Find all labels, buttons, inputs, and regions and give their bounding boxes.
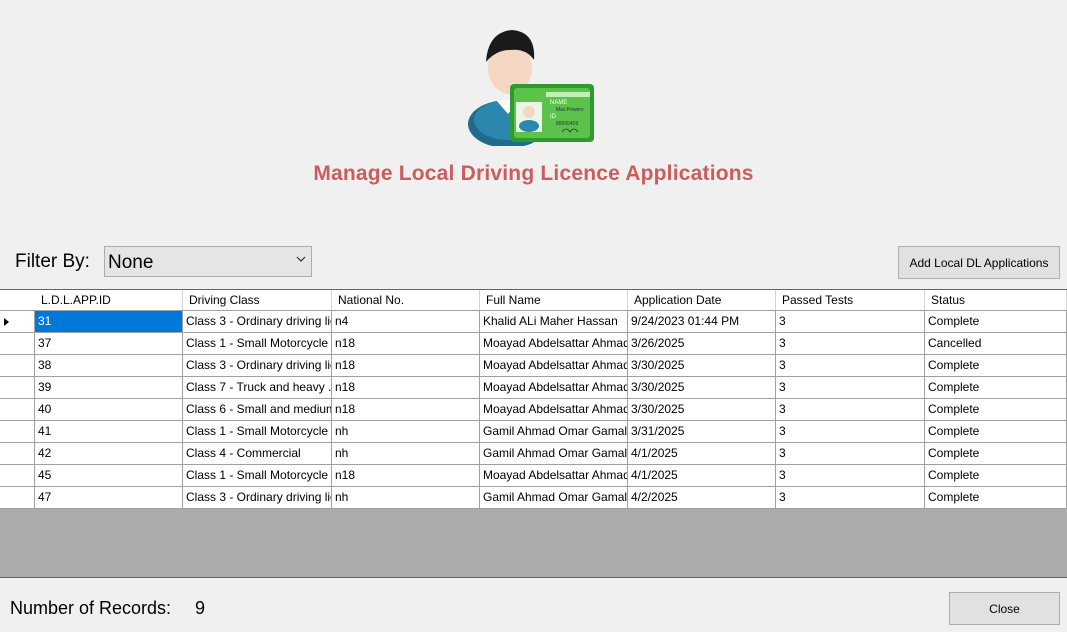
row-header[interactable] [0, 443, 35, 465]
row-header[interactable] [0, 355, 35, 377]
table-cell[interactable]: Cancelled [925, 333, 1067, 355]
table-cell[interactable]: n18 [332, 377, 480, 399]
column-header[interactable]: Full Name [480, 290, 628, 310]
row-header[interactable] [0, 377, 35, 399]
applications-grid[interactable]: L.D.L.APP.ID Driving Class National No. Ful… [0, 289, 1067, 578]
column-header[interactable]: Application Date [628, 290, 776, 310]
table-cell[interactable]: 3 [776, 355, 925, 377]
card-name-value: Max Powers [556, 107, 584, 113]
table-cell[interactable]: 37 [35, 333, 183, 355]
filter-label: Filter By: [15, 251, 90, 272]
table-cell[interactable]: 9/24/2023 01:44 PM [628, 311, 776, 333]
records-label: Number of Records: [10, 598, 172, 618]
table-cell[interactable]: 4/1/2025 [628, 443, 776, 465]
table-cell[interactable]: 3 [776, 443, 925, 465]
table-cell[interactable]: 4/2/2025 [628, 487, 776, 509]
table-cell[interactable]: n18 [332, 465, 480, 487]
table-cell[interactable]: Gamil Ahmad Omar Gamal [480, 443, 628, 465]
table-cell[interactable]: Complete [925, 465, 1067, 487]
table-cell[interactable]: Moayad Abdelsattar Ahmad... [480, 355, 628, 377]
table-cell[interactable]: 3/30/2025 [628, 399, 776, 421]
table-cell[interactable]: 3 [776, 311, 925, 333]
table-cell[interactable]: Complete [925, 421, 1067, 443]
records-count: 9 [195, 598, 206, 618]
card-name-label: NAME [550, 100, 567, 106]
table-cell[interactable]: 3 [776, 487, 925, 509]
row-header[interactable] [0, 333, 35, 355]
row-header[interactable] [0, 399, 35, 421]
column-header[interactable]: L.D.L.APP.ID [35, 290, 183, 310]
table-cell[interactable]: 40 [35, 399, 183, 421]
table-cell[interactable]: Moayad Abdelsattar Ahmad... [480, 399, 628, 421]
grid-header: L.D.L.APP.ID Driving Class National No. Ful… [0, 290, 1067, 311]
table-cell[interactable]: 41 [35, 421, 183, 443]
table-cell[interactable]: 3 [776, 333, 925, 355]
table-cell[interactable]: 3 [776, 399, 925, 421]
table-cell[interactable]: 3 [776, 465, 925, 487]
table-cell[interactable]: Complete [925, 377, 1067, 399]
table-cell[interactable]: 3/26/2025 [628, 333, 776, 355]
row-header[interactable] [0, 311, 35, 333]
table-cell[interactable]: 31 [35, 311, 183, 333]
table-cell[interactable]: Class 7 - Truck and heavy ... [183, 377, 332, 399]
table-cell[interactable]: Gamil Ahmad Omar Gamal [480, 487, 628, 509]
close-button[interactable]: Close [949, 592, 1060, 625]
table-cell[interactable]: 3/31/2025 [628, 421, 776, 443]
column-header[interactable]: National No. [332, 290, 480, 310]
table-cell[interactable]: 45 [35, 465, 183, 487]
table-cell[interactable]: n18 [332, 355, 480, 377]
column-header[interactable]: Status [925, 290, 1067, 310]
table-cell[interactable]: 3/30/2025 [628, 377, 776, 399]
add-local-dl-application-button[interactable]: Add Local DL Applications [898, 246, 1060, 279]
table-cell[interactable]: nh [332, 421, 480, 443]
table-cell[interactable]: Class 3 - Ordinary driving lic... [183, 311, 332, 333]
table-cell[interactable]: 38 [35, 355, 183, 377]
table-cell[interactable]: Moayad Abdelsattar Ahmad... [480, 333, 628, 355]
chevron-down-icon [296, 256, 306, 262]
current-row-arrow-icon [4, 318, 9, 326]
row-header[interactable] [0, 487, 35, 509]
column-header[interactable]: Driving Class [183, 290, 332, 310]
table-cell[interactable]: 3/30/2025 [628, 355, 776, 377]
table-cell[interactable]: Class 4 - Commercial [183, 443, 332, 465]
table-cell[interactable]: Class 1 - Small Motorcycle [183, 421, 332, 443]
table-cell[interactable]: Class 3 - Ordinary driving lic... [183, 487, 332, 509]
table-cell[interactable]: Complete [925, 355, 1067, 377]
table-cell[interactable]: n4 [332, 311, 480, 333]
card-id-label: ID [550, 114, 557, 120]
table-cell[interactable]: Class 3 - Ordinary driving lic... [183, 355, 332, 377]
card-id-value: 80095409 [556, 121, 578, 127]
table-cell[interactable]: Class 1 - Small Motorcycle [183, 333, 332, 355]
table-cell[interactable]: 42 [35, 443, 183, 465]
filter-selected-value: None [108, 252, 154, 273]
table-cell[interactable]: n18 [332, 333, 480, 355]
table-cell[interactable]: n18 [332, 399, 480, 421]
table-cell[interactable]: 3 [776, 421, 925, 443]
table-cell[interactable]: nh [332, 443, 480, 465]
table-cell[interactable]: Complete [925, 311, 1067, 333]
table-cell[interactable]: Moayad Abdelsattar Ahmad... [480, 377, 628, 399]
column-header[interactable]: Passed Tests [776, 290, 925, 310]
table-cell[interactable]: Moayad Abdelsattar Ahmad... [480, 465, 628, 487]
table-cell[interactable]: Complete [925, 399, 1067, 421]
page-title: Manage Local Driving Licence Application… [313, 162, 754, 185]
row-header[interactable] [0, 465, 35, 487]
table-cell[interactable]: Class 6 - Small and medium ... [183, 399, 332, 421]
user-license-card-icon: NAME Max Powers ID 80095409 [468, 30, 594, 146]
row-header[interactable] [0, 421, 35, 443]
table-cell[interactable]: 39 [35, 377, 183, 399]
table-cell[interactable]: 3 [776, 377, 925, 399]
table-cell[interactable]: Khalid ALi Maher Hassan [480, 311, 628, 333]
table-cell[interactable]: 4/1/2025 [628, 465, 776, 487]
table-cell[interactable]: nh [332, 487, 480, 509]
table-cell[interactable]: Gamil Ahmad Omar Gamal [480, 421, 628, 443]
table-cell[interactable]: Complete [925, 487, 1067, 509]
table-cell[interactable]: Complete [925, 443, 1067, 465]
filter-select[interactable]: None [104, 246, 312, 277]
table-cell[interactable]: 47 [35, 487, 183, 509]
table-cell[interactable]: Class 1 - Small Motorcycle [183, 465, 332, 487]
